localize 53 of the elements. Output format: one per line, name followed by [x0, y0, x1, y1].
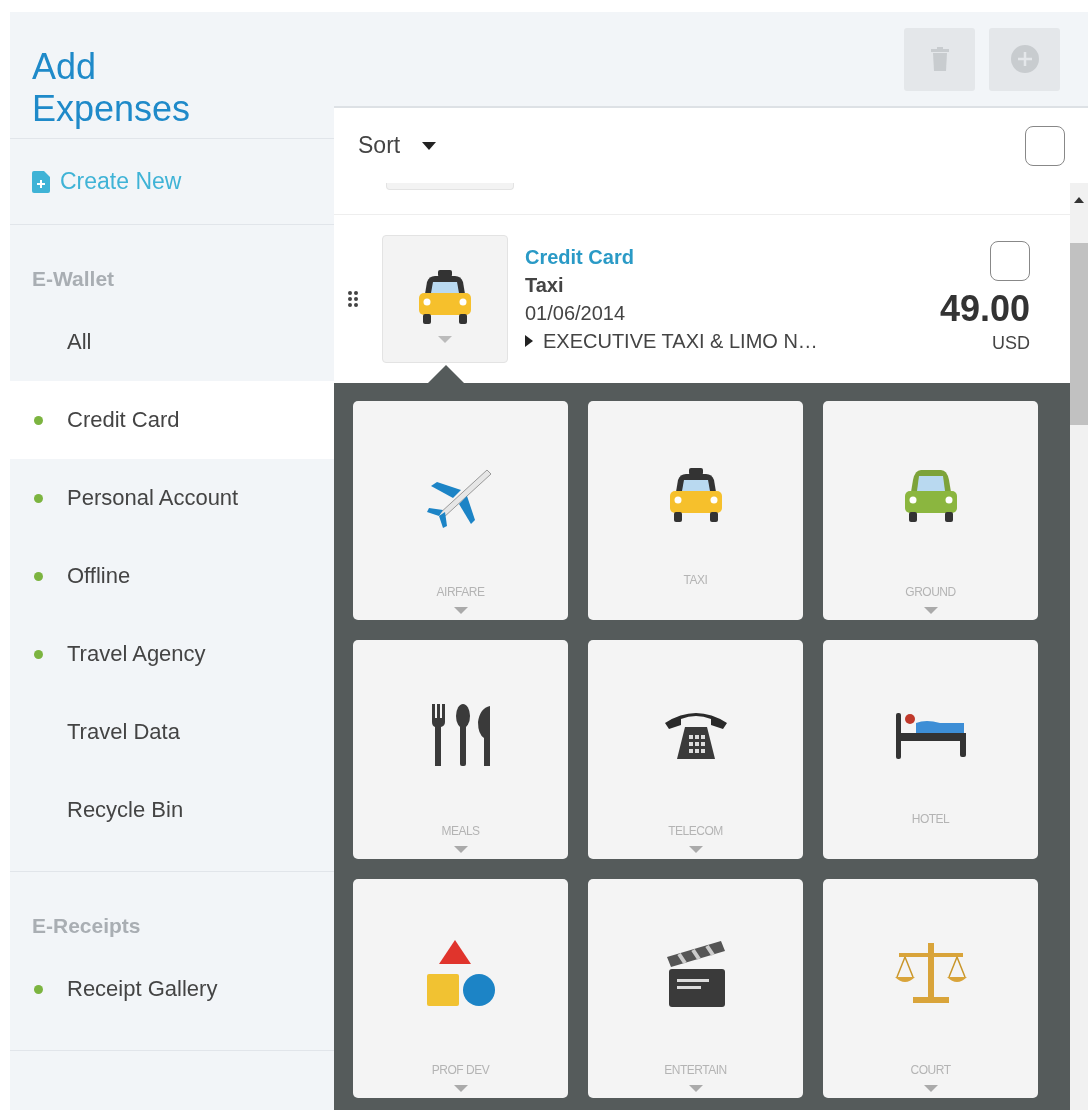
tile-label: ENTERTAIN — [664, 1063, 727, 1077]
select-all-checkbox[interactable] — [1025, 125, 1065, 166]
scales-icon — [894, 943, 967, 1005]
sidebar-item[interactable]: Receipt Gallery — [10, 950, 334, 1028]
new-document-icon — [32, 170, 50, 193]
expense-type-tile[interactable]: MEALS — [353, 640, 568, 859]
expense-type-tile[interactable]: GROUND — [823, 401, 1038, 620]
expense-amount: 49.00 — [939, 289, 1030, 329]
sidebar-item[interactable]: All — [10, 303, 334, 381]
currency: USD — [992, 332, 1030, 355]
expense-type-tile[interactable]: AIRFARE — [353, 401, 568, 620]
sidebar-item[interactable]: Recycle Bin — [10, 771, 334, 849]
clapperboard-icon — [664, 939, 727, 1009]
expense-date: 01/06/2014 — [525, 301, 627, 326]
scroll-up-arrow-icon[interactable] — [1074, 197, 1084, 203]
section-heading: E-Wallet — [31, 266, 116, 292]
tile-label: TAXI — [683, 573, 708, 587]
expense-type: Taxi — [525, 273, 565, 298]
row-checkbox[interactable] — [990, 241, 1030, 281]
plus-circle-icon — [1010, 45, 1039, 73]
expense-type-tile[interactable]: TAXI — [588, 401, 803, 620]
bed-icon — [895, 711, 966, 759]
scrollbar-thumb[interactable] — [1070, 243, 1088, 425]
sidebar-item[interactable]: Offline — [10, 537, 334, 615]
tile-label: COURT — [910, 1063, 951, 1077]
cutlery-icon — [429, 704, 492, 766]
caret-icon — [438, 335, 452, 343]
sidebar-item[interactable]: Credit Card — [10, 381, 334, 459]
tile-label: AIRFARE — [436, 585, 485, 599]
tile-label: HOTEL — [911, 812, 950, 826]
sort-dropdown[interactable]: Sort — [358, 132, 437, 159]
trash-icon — [930, 47, 949, 71]
page-title: Add Expenses — [32, 46, 192, 130]
sidebar-item[interactable]: Travel Agency — [10, 615, 334, 693]
expense-type-tile[interactable]: ENTERTAIN — [588, 879, 803, 1098]
caret-icon — [422, 141, 437, 150]
tile-label: PROF DEV — [431, 1063, 490, 1077]
scrollbar[interactable] — [1070, 183, 1088, 1110]
sidebar-item[interactable]: Travel Data — [10, 693, 334, 771]
expense-type-tile[interactable]: PROF DEV — [353, 879, 568, 1098]
tile-label: TELECOM — [668, 824, 723, 838]
expand-arrow-icon[interactable] — [525, 335, 533, 347]
expense-type-tile[interactable]: TELECOM — [588, 640, 803, 859]
merchant-name: EXECUTIVE TAXI & LIMO N… — [543, 329, 818, 354]
section-heading: E-Receipts — [31, 913, 142, 939]
expense-type-tile[interactable]: COURT — [823, 879, 1038, 1098]
expense-type-button[interactable] — [382, 235, 508, 363]
payment-source: Credit Card — [525, 245, 635, 270]
sidebar-item[interactable]: Personal Account — [10, 459, 334, 537]
expense-type-tile[interactable]: HOTEL — [823, 640, 1038, 859]
tile-label: GROUND — [905, 585, 956, 599]
tile-label: MEALS — [441, 824, 480, 838]
drag-handle-icon[interactable] — [348, 291, 358, 307]
